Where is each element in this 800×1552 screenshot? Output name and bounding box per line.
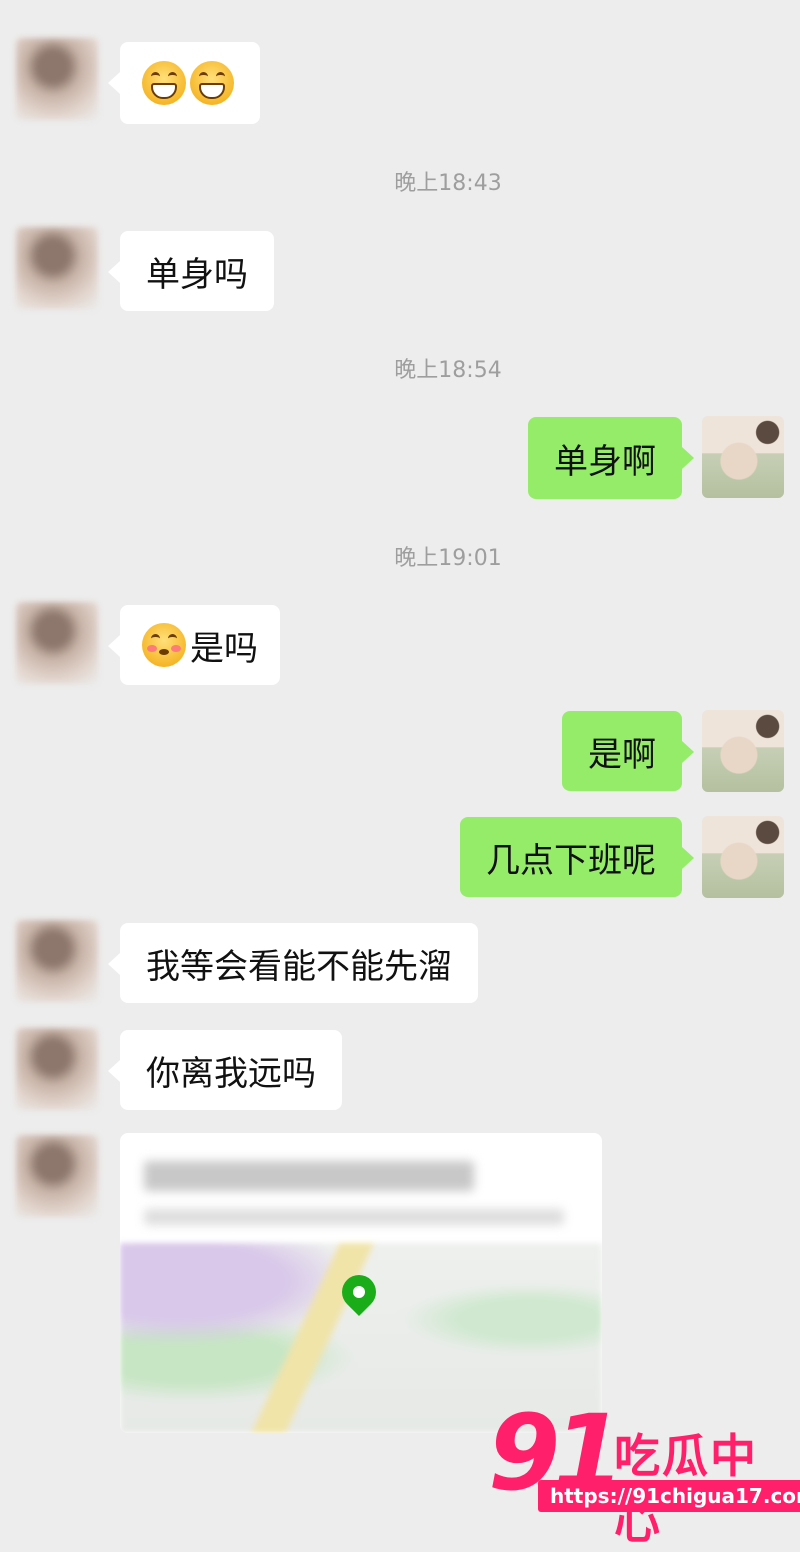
message-bubble[interactable]: 单身啊 [528,417,694,499]
location-address-blurred [144,1209,564,1225]
watermark-logo: 91 吃瓜中心 https://91chigua17.com [488,1392,800,1549]
user-avatar[interactable] [702,710,784,792]
contact-avatar[interactable] [16,227,98,309]
message-bubble[interactable]: 我等会看能不能先溜 [108,923,478,1003]
message-text: 单身吗 [146,254,248,295]
timestamp: 晚上18:54 [394,358,502,383]
contact-avatar[interactable] [16,602,98,684]
user-avatar[interactable] [702,816,784,898]
location-title-blurred [144,1161,474,1191]
message-bubble[interactable]: 单身吗 [108,231,274,311]
message-text: 单身啊 [554,441,656,482]
user-avatar[interactable] [702,416,784,498]
message-bubble[interactable] [108,42,260,124]
message-bubble[interactable]: 是啊 [562,711,694,791]
message-text: 几点下班呢 [486,840,656,881]
message-text: 是吗 [190,628,258,669]
grin-icon [142,61,186,105]
message-text: 是啊 [588,734,656,775]
message-text: 你离我远吗 [146,1053,316,1094]
timestamp: 晚上18:43 [394,171,502,196]
message-text: 我等会看能不能先溜 [146,946,452,987]
watermark-url: https://91chigua17.com [538,1480,800,1512]
message-bubble[interactable]: 是吗 [108,605,280,685]
message-bubble[interactable]: 几点下班呢 [460,817,694,897]
message-bubble[interactable]: 你离我远吗 [108,1030,342,1110]
contact-avatar[interactable] [16,38,98,120]
contact-avatar[interactable] [16,1135,98,1217]
chat-area[interactable]: 晚上18:43 单身吗 晚上18:54 单身啊 晚上19:01 是吗 是啊 几点… [0,0,800,1549]
timestamp: 晚上19:01 [394,546,502,571]
grin-icon [190,61,234,105]
blush-icon [142,623,186,667]
contact-avatar[interactable] [16,920,98,1002]
contact-avatar[interactable] [16,1028,98,1110]
location-card[interactable] [120,1133,602,1433]
